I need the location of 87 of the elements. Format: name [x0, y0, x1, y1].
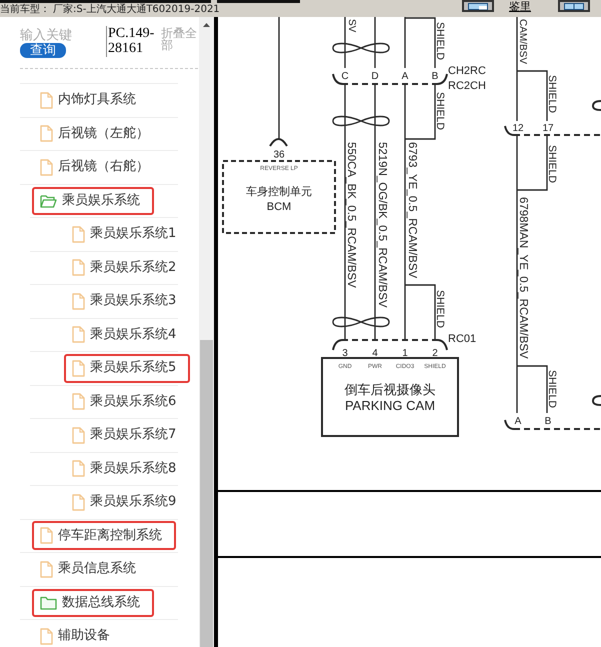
shield-wire [517, 365, 548, 413]
tree-item[interactable]: 后视镜（右舵） [32, 152, 163, 182]
tree-item[interactable]: 乘员信息系统 [32, 554, 150, 584]
tree-item[interactable]: 内饰灯具系统 [32, 86, 150, 115]
file-icon [72, 292, 85, 310]
connector-label: RC2CH [448, 80, 486, 92]
status-value: 厂家:S-上汽大通大通T602019-2021 [53, 4, 220, 16]
toolbar-button[interactable] [462, 0, 494, 12]
pin-label: B [544, 416, 552, 427]
wire-label: 550CA_BK_0.5_RCAM/BSV [345, 142, 357, 288]
pin-label: A [402, 71, 408, 82]
shield-label: SHIELD [434, 22, 446, 60]
socket-symbol [269, 138, 288, 147]
wire-label: 5219N_OG/BK_0.5_RCAM/BSV [376, 142, 388, 308]
module-label: 倒车后视摄像头 [344, 382, 436, 397]
tree-item[interactable]: 乘员娱乐系统 [32, 186, 154, 215]
pin-label: D [371, 71, 379, 82]
tree-item[interactable]: 数据总线系统 [32, 588, 154, 617]
shield-wire [517, 70, 548, 121]
connector-arc-icon [592, 100, 601, 111]
file-icon [72, 326, 85, 344]
pin-label: A [514, 416, 522, 427]
shield-label: SHIELD [546, 75, 558, 113]
tree-item[interactable]: 乘员娱乐系统1 [64, 220, 190, 249]
code-text: PC.149-28161 [106, 26, 155, 57]
search-field[interactable]: 输入关键 [20, 27, 82, 43]
pin-label: 3 [342, 348, 348, 359]
toolbar-button[interactable] [558, 0, 590, 12]
pin-label: 4 [372, 348, 378, 359]
status-label: 当前车型： [0, 4, 50, 16]
scrollbar-thumb[interactable] [200, 340, 213, 647]
wire-label: CAM/BSV [517, 19, 528, 64]
shield-wire [517, 136, 548, 191]
file-icon [40, 125, 53, 142]
pin-label: 36 [273, 150, 285, 160]
window-icon [468, 2, 488, 10]
shield-label: SHIELD [434, 92, 446, 130]
tree-item[interactable]: 乘员娱乐系统2 [64, 253, 190, 282]
tree-item[interactable]: 后视镜（左舵） [32, 119, 163, 148]
module-label: 车身控制单元 [246, 186, 312, 198]
tree-item[interactable]: 乘员娱乐系统5 [64, 354, 190, 383]
tree-item[interactable]: 乘员娱乐系统3 [64, 286, 190, 316]
wire-label: 6793_YE_0.5_RCAM/BSV [406, 142, 418, 278]
pin-label: 17 [542, 123, 554, 134]
module-label: PARKING CAM [344, 398, 436, 413]
pin-label: 12 [512, 123, 524, 134]
pin-label: C [341, 71, 349, 82]
pin-label: 2 [432, 348, 438, 359]
shield-label: SHIELD [434, 290, 446, 328]
file-icon [40, 560, 53, 578]
wire-label: SV [346, 19, 357, 32]
shield-label: SHIELD [546, 145, 558, 183]
twisted-pair-symbol [332, 116, 390, 126]
window-icon [564, 2, 584, 10]
file-icon [72, 393, 85, 410]
tree-item[interactable]: 辅助设备 [32, 622, 124, 647]
tree-item[interactable]: 停车距离控制系统 [32, 521, 176, 550]
search-button[interactable]: 查询 [20, 43, 66, 58]
toolbar-link[interactable]: 鉴里 [509, 0, 531, 13]
shield-wire [405, 85, 436, 140]
file-icon [40, 92, 53, 109]
module-label: BCM [266, 201, 292, 213]
pin-label: B [432, 71, 438, 82]
shield-wire [405, 284, 436, 340]
tree-item[interactable]: 乘员娱乐系统4 [64, 320, 190, 350]
twisted-pair-symbol [332, 42, 390, 54]
connector-label: CH2RC [448, 65, 486, 77]
file-icon [72, 226, 85, 243]
tree-item[interactable]: 乘员娱乐系统6 [64, 387, 190, 416]
file-icon [72, 460, 85, 478]
file-icon [72, 494, 85, 511]
wire-label: 6798MAN_YE_0.5_RCAM/BSV [517, 197, 529, 359]
tree-item[interactable]: 乘员娱乐系统9 [64, 488, 190, 517]
file-icon [40, 158, 53, 176]
connector-arc-icon [592, 395, 601, 406]
file-icon [40, 527, 53, 544]
file-icon [72, 426, 85, 444]
connector-label: RC01 [448, 333, 476, 345]
shield-wire [405, 17, 436, 68]
twisted-pair-symbol [332, 316, 390, 328]
tree-item[interactable]: 乘员娱乐系统8 [64, 454, 190, 484]
pin-label: 1 [402, 348, 408, 359]
tree-item[interactable]: 乘员娱乐系统7 [64, 420, 190, 450]
shield-label: SHIELD [546, 370, 558, 408]
file-icon [72, 360, 85, 377]
up-arrow-icon [203, 22, 210, 26]
file-icon [72, 259, 85, 276]
